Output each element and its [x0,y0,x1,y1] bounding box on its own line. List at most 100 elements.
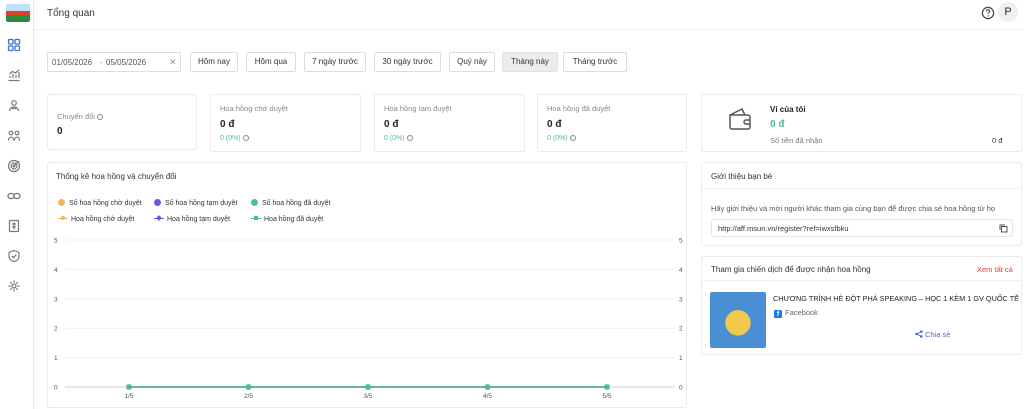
y-tick-label: 1 [54,355,58,362]
data-point [485,384,490,390]
stat-card-approved-commission: Hoa hồng đã duyệt 0 đ 0 (0%) [537,94,687,152]
y-right-tick-label: 1 [679,355,683,362]
legend-marker [251,199,258,206]
page-title: Tổng quan [47,8,95,19]
campaigns-title: Tham gia chiến dịch để được nhận hoa hồn… [711,265,871,274]
share-button[interactable]: Chia sẻ [915,330,950,339]
settings-group-icon[interactable] [7,279,21,293]
stat-value: 0 đ [384,119,399,130]
date-range-picker[interactable]: 01/05/2026 - 05/05/2026 ✕ [47,52,181,72]
x-tick-label: 2/5 [244,393,253,400]
stat-label: Chuyển đổi [57,112,103,121]
stat-label: Hoa hồng đã duyệt [547,104,611,113]
help-icon[interactable] [981,6,995,20]
stat-label: Hoa hồng chờ duyệt [220,104,288,113]
filter-this-quarter-button[interactable]: Quý này [449,52,495,72]
shield-icon[interactable] [7,249,21,263]
info-icon[interactable] [406,135,413,142]
legend-marker [154,199,161,206]
info-icon[interactable] [569,135,576,142]
stat-label: Hoa hồng tạm duyệt [384,104,452,113]
legend-marker [58,199,65,206]
stat-value: 0 đ [220,119,235,130]
view-all-link[interactable]: Xem tất cả [977,265,1013,274]
y-tick-label: 3 [54,296,58,303]
info-icon[interactable] [96,114,103,121]
referral-link-field[interactable]: http://aff.msun.vn/register?ref=iwxsfbku [711,219,1013,237]
x-tick-label: 4/5 [483,393,492,400]
campaign-icon[interactable] [7,99,21,113]
x-tick-label: 1/5 [124,393,133,400]
y-tick-label: 4 [54,267,58,274]
legend-item[interactable]: Hoa hồng tạm duyệt [154,215,230,223]
legend-item[interactable]: Số hoa hồng chờ duyệt [58,199,142,207]
legend-marker [251,215,261,222]
filter-this-month-button[interactable]: Tháng này [502,52,558,72]
referral-description: Hãy giới thiệu và mời người khác tham gi… [711,204,996,213]
avatar[interactable]: P [998,2,1018,22]
share-icon [915,330,923,338]
info-icon[interactable] [242,135,249,142]
filter-7-days-button[interactable]: 7 ngày trước [304,52,366,72]
divider [701,280,1022,281]
data-point [246,384,251,390]
referral-link[interactable]: http://aff.msun.vn/register?ref=iwxsfbku [718,224,849,233]
top-header: Tổng quan P [34,0,1024,30]
date-start[interactable]: 01/05/2026 [52,58,92,67]
clear-date-icon[interactable]: ✕ [169,57,177,68]
legend-marker [154,215,164,222]
legend-marker [58,215,68,222]
y-right-tick-label: 4 [679,267,683,274]
received-value: 0 đ [992,136,1003,145]
divider [701,188,1022,189]
people-icon[interactable] [7,129,21,143]
wallet-icon [727,107,753,131]
legend-item[interactable]: Hoa hồng đã duyệt [251,215,323,223]
stat-value: 0 đ [547,119,562,130]
wallet-card: Ví của tôi 0 đ Số tiền đã nhận 0 đ [701,94,1022,152]
stats-chart-icon[interactable] [7,68,21,82]
y-right-tick-label: 0 [679,385,683,392]
stat-percent: 0 (0%) [547,135,576,142]
filter-today-button[interactable]: Hôm nay [190,52,238,72]
stat-card-pending-commission: Hoa hồng chờ duyệt 0 đ 0 (0%) [210,94,361,152]
y-tick-label: 0 [54,385,58,392]
legend-item[interactable]: Số hoa hồng đã duyệt [251,199,331,207]
copy-icon[interactable] [999,224,1008,233]
filter-last-month-button[interactable]: Tháng trước [563,52,627,72]
sidebar [0,0,34,409]
wallet-invoice-icon[interactable] [7,219,21,233]
chart-title: Thống kê hoa hồng và chuyển đổi [56,172,177,181]
x-tick-label: 3/5 [363,393,372,400]
referral-title: Giới thiệu bạn bè [711,172,773,181]
legend-item[interactable]: Số hoa hồng tạm duyệt [154,199,237,207]
wallet-balance: 0 đ [770,119,785,130]
campaign-platform: f Facebook [774,308,818,318]
stat-percent: 0 (0%) [220,135,249,142]
main-content: 01/05/2026 - 05/05/2026 ✕ Hôm nay Hôm qu… [34,30,1024,409]
date-end[interactable]: 05/05/2026 [106,58,146,67]
facebook-icon: f [774,310,782,318]
data-point [126,384,132,390]
filter-yesterday-button[interactable]: Hôm qua [246,52,296,72]
campaign-thumbnail[interactable] [710,292,766,348]
commission-chart: 0 1 2 3 4 5 0 1 2 3 4 5 1/5 2/5 3/5 4/5 5/5 [47,230,698,406]
received-label: Số tiền đã nhận [770,136,823,145]
campaign-name[interactable]: CHƯƠNG TRÌNH HÈ ĐỘT PHÁ SPEAKING – HỌC 1… [773,294,1019,303]
y-right-tick-label: 5 [679,238,683,245]
link-icon[interactable] [7,189,21,203]
data-point [365,384,371,390]
dashboard-icon[interactable] [7,38,21,52]
stat-card-provisional-commission: Hoa hồng tạm duyệt 0 đ 0 (0%) [374,94,525,152]
stat-percent: 0 (0%) [384,135,413,142]
y-tick-label: 5 [54,238,58,245]
y-tick-label: 2 [54,326,58,333]
app-logo[interactable] [6,4,30,22]
filter-30-days-button[interactable]: 30 ngày trước [374,52,441,72]
stat-card-conversions: Chuyển đổi 0 [47,94,197,150]
stat-value: 0 [57,126,63,137]
legend-item[interactable]: Hoa hồng chờ duyệt [58,215,134,223]
data-point [604,384,610,390]
target-icon[interactable] [7,159,21,173]
y-right-tick-label: 3 [679,296,683,303]
